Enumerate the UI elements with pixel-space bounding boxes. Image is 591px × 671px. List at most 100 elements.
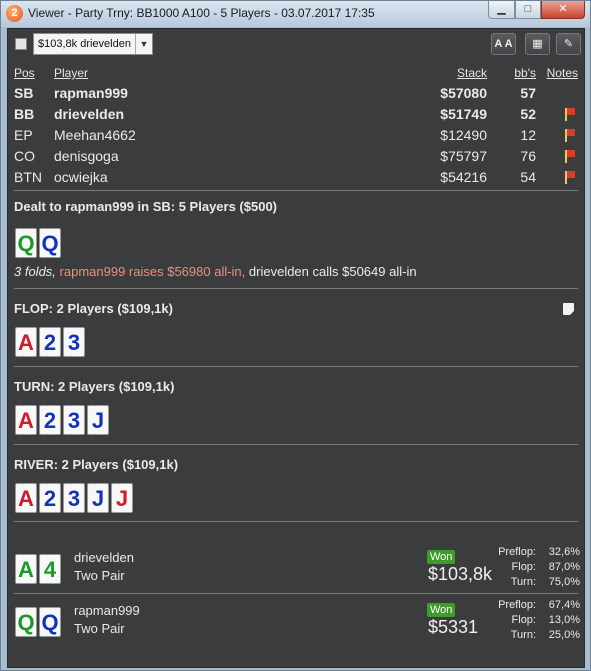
player-stack: $57080 <box>440 85 487 101</box>
preflop-action: 3 folds, rapman999 raises $56980 all-in,… <box>14 264 417 279</box>
playing-card: A <box>15 554 37 584</box>
player-pos: CO <box>14 148 35 164</box>
header-bbs[interactable]: bb's <box>514 66 536 80</box>
equity-stat: Flop: 13,0% <box>492 614 580 629</box>
header-notes[interactable]: Notes <box>547 66 578 80</box>
playing-card: 4 <box>39 554 61 584</box>
playing-card: J <box>111 483 133 513</box>
equity-label: Flop: <box>511 561 536 573</box>
divider <box>14 190 578 191</box>
turn-title: TURN: 2 Players ($109,1k) <box>14 379 175 394</box>
header-pos[interactable]: Pos <box>14 66 35 80</box>
divider <box>14 288 578 289</box>
result-player-name: rapman999 <box>74 603 140 618</box>
note-flag-icon[interactable] <box>564 150 576 163</box>
toolbar: $103,8k drievelden ▼ A A ▦ ✎ <box>8 29 584 61</box>
header-stack[interactable]: Stack <box>457 66 487 80</box>
note-flag-icon[interactable] <box>564 129 576 142</box>
playing-card: A <box>15 327 37 357</box>
note-flag-icon[interactable] <box>564 108 576 121</box>
playing-card: J <box>87 405 109 435</box>
player-stack: $51749 <box>440 106 487 122</box>
divider <box>14 366 578 367</box>
player-pos: BB <box>14 106 35 122</box>
player-row[interactable]: BB drievelden $51749 52 <box>8 106 584 126</box>
divider <box>14 521 578 522</box>
playing-card: A <box>15 483 37 513</box>
equity-value: 87,0% <box>548 561 580 573</box>
equity-label: Preflop: <box>498 546 536 558</box>
window-title: Viewer - Party Trny: BB1000 A100 - 5 Pla… <box>28 6 375 20</box>
equity-value: 13,0% <box>548 614 580 626</box>
divider <box>14 444 578 445</box>
playing-card: Q <box>15 607 37 637</box>
viewer-content: $103,8k drievelden ▼ A A ▦ ✎ Pos Player … <box>7 28 585 668</box>
action-folds: 3 folds, <box>14 264 56 279</box>
equity-stat: Flop: 87,0% <box>492 561 580 576</box>
equity-label: Preflop: <box>498 599 536 611</box>
player-name: rapman999 <box>54 85 128 101</box>
won-badge: Won <box>427 603 456 617</box>
playing-card: 2 <box>39 405 61 435</box>
playing-card: 2 <box>39 483 61 513</box>
equity-label: Turn: <box>510 576 536 588</box>
maximize-icon[interactable]: □ <box>515 1 541 19</box>
players-header: Pos Player Stack bb's Notes <box>8 66 584 86</box>
action-raise: rapman999 raises $56980 all-in, <box>59 264 246 279</box>
player-stack: $54216 <box>440 169 487 185</box>
app-icon: 2 <box>6 5 23 22</box>
grid-icon[interactable]: ▦ <box>525 33 550 55</box>
result-cards: A4 <box>15 554 61 584</box>
player-pos: SB <box>14 85 34 101</box>
turn-cards: A23J <box>15 405 109 435</box>
result-hand: Two Pair <box>74 568 125 583</box>
viewer-window: 2 Viewer - Party Trny: BB1000 A100 - 5 P… <box>0 0 591 671</box>
result-hand: Two Pair <box>74 621 125 636</box>
pencil-icon[interactable]: ✎ <box>556 33 581 55</box>
note-icon[interactable] <box>563 303 574 315</box>
equity-stat: Turn: 75,0% <box>492 576 580 591</box>
player-bbs: 54 <box>520 169 536 185</box>
playing-card: A <box>15 405 37 435</box>
player-row[interactable]: EP Meehan4662 $12490 12 <box>8 127 584 147</box>
player-bbs: 12 <box>520 127 536 143</box>
equity-stat: Preflop: 67,4% <box>492 599 580 614</box>
hand-select[interactable]: $103,8k drievelden ▼ <box>33 33 153 55</box>
hand-checkbox[interactable] <box>15 38 27 50</box>
title-bar[interactable]: 2 Viewer - Party Trny: BB1000 A100 - 5 P… <box>1 1 590 27</box>
flop-title: FLOP: 2 Players ($109,1k) <box>14 301 173 316</box>
player-stack: $12490 <box>440 127 487 143</box>
player-bbs: 52 <box>520 106 536 122</box>
chevron-down-icon[interactable]: ▼ <box>135 34 152 54</box>
playing-card: J <box>87 483 109 513</box>
player-pos: BTN <box>14 169 42 185</box>
player-bbs: 57 <box>520 85 536 101</box>
header-player[interactable]: Player <box>54 66 88 80</box>
player-bbs: 76 <box>520 148 536 164</box>
note-flag-icon[interactable] <box>564 171 576 184</box>
river-cards: A23JJ <box>15 483 133 513</box>
player-name: drievelden <box>54 106 125 122</box>
equity-label: Flop: <box>511 614 536 626</box>
playing-card: 3 <box>63 405 85 435</box>
equity-value: 75,0% <box>548 576 580 588</box>
minimize-icon[interactable]: ▁ <box>488 1 515 19</box>
hole-cards: QQ <box>15 228 61 258</box>
player-row[interactable]: BTN ocwiejka $54216 54 <box>8 169 584 189</box>
playing-card: 3 <box>63 327 85 357</box>
equity-value: 32,6% <box>548 546 580 558</box>
won-badge: Won <box>427 550 456 564</box>
action-call: drievelden calls $50649 all-in <box>248 264 417 279</box>
equity-stat: Preflop: 32,6% <box>492 546 580 561</box>
player-row[interactable]: CO denisgoga $75797 76 <box>8 148 584 168</box>
won-amount: $5331 <box>428 617 479 637</box>
playing-card: Q <box>39 607 61 637</box>
playing-card: 3 <box>63 483 85 513</box>
hand-select-value: $103,8k drievelden <box>38 38 131 50</box>
player-name: ocwiejka <box>54 169 108 185</box>
font-size-button[interactable]: A A <box>491 33 516 55</box>
equity-label: Turn: <box>510 629 536 641</box>
result-player-name: drievelden <box>74 550 134 565</box>
player-row[interactable]: SB rapman999 $57080 57 <box>8 85 584 105</box>
close-icon[interactable]: ✕ <box>541 1 585 19</box>
